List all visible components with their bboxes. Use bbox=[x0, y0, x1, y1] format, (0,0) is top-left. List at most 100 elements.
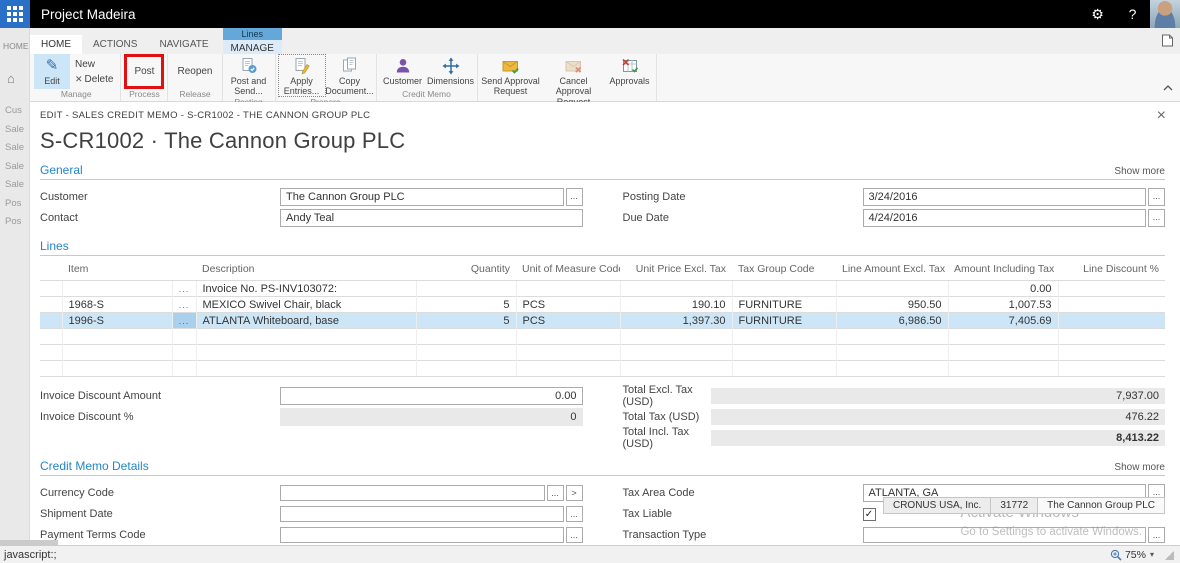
col-unit-price[interactable]: Unit Price Excl. Tax bbox=[620, 259, 732, 281]
contact-number-indicator[interactable]: 31772 bbox=[990, 497, 1039, 514]
row-assist-button[interactable]: ... bbox=[171, 312, 196, 329]
home-icon[interactable]: ⌂ bbox=[7, 71, 29, 86]
col-line-discount[interactable]: Line Discount % bbox=[1058, 259, 1165, 281]
row-assist-button[interactable]: ... bbox=[171, 296, 196, 313]
table-row-empty[interactable] bbox=[40, 360, 1165, 377]
delete-x-icon: ✕ bbox=[75, 73, 83, 84]
magnifier-icon bbox=[1110, 549, 1122, 561]
currency-code-drilldown-button[interactable]: > bbox=[565, 485, 583, 501]
settings-gear-icon[interactable]: ⚙ bbox=[1080, 0, 1115, 28]
notes-page-icon[interactable] bbox=[1161, 34, 1174, 52]
post-and-send-button[interactable]: Post and Send... bbox=[225, 54, 273, 97]
invoice-discount-amount-label: Invoice Discount Amount bbox=[40, 390, 162, 402]
col-tax-group[interactable]: Tax Group Code bbox=[732, 259, 836, 281]
post-button[interactable]: Post bbox=[127, 57, 161, 86]
collapse-ribbon-chevron-icon[interactable] bbox=[1162, 79, 1174, 97]
table-row-empty[interactable] bbox=[40, 328, 1165, 345]
due-date-label: Due Date bbox=[622, 212, 669, 224]
nav-pane-home-tab[interactable]: HOME bbox=[0, 28, 29, 51]
shipment-date-field[interactable] bbox=[280, 506, 564, 522]
customer-person-icon bbox=[394, 56, 412, 75]
currency-code-label: Currency Code bbox=[40, 487, 114, 499]
section-credit-memo-details[interactable]: Credit Memo Details bbox=[40, 459, 149, 473]
invoice-discount-amount-field[interactable]: 0.00 bbox=[280, 387, 583, 405]
tab-home[interactable]: HOME bbox=[30, 35, 82, 54]
table-row[interactable]: ... Invoice No. PS-INV103072: 0.00 bbox=[40, 280, 1165, 297]
new-button[interactable]: New bbox=[75, 57, 113, 72]
transaction-type-lookup-button[interactable]: ... bbox=[1148, 527, 1165, 543]
customer-name-indicator[interactable]: The Cannon Group PLC bbox=[1037, 497, 1165, 514]
close-icon[interactable]: × bbox=[1157, 108, 1166, 124]
edit-button[interactable]: ✎ Edit bbox=[34, 54, 70, 89]
due-date-field[interactable]: 4/24/2016 bbox=[862, 209, 1146, 227]
payment-terms-field[interactable] bbox=[280, 527, 564, 543]
due-date-picker-button[interactable]: ... bbox=[1148, 209, 1165, 227]
approvals-button[interactable]: Approvals bbox=[606, 54, 654, 107]
apply-entries-button[interactable]: Apply Entries... bbox=[277, 54, 326, 97]
sidebar-item-sales-3[interactable]: Sale bbox=[0, 158, 29, 177]
zoom-control[interactable]: 75% ▾ bbox=[1110, 549, 1164, 561]
cancel-approval-request-button[interactable]: Cancel Approval Request bbox=[542, 54, 606, 107]
top-bar: Project Madeira ⚙ ? bbox=[0, 0, 1180, 28]
dimensions-button[interactable]: Dimensions bbox=[427, 54, 475, 89]
reopen-button[interactable]: Reopen bbox=[170, 54, 219, 89]
col-line-amount[interactable]: Line Amount Excl. Tax bbox=[836, 259, 948, 281]
sidebar-item-customers[interactable]: Cus bbox=[0, 102, 29, 121]
row-assist-button[interactable]: ... bbox=[171, 280, 196, 297]
tax-liable-checkbox[interactable]: ✓ bbox=[862, 507, 876, 521]
col-item[interactable]: Item bbox=[62, 259, 172, 281]
table-row-empty[interactable] bbox=[40, 344, 1165, 361]
contextual-tab-lines-manage[interactable]: Lines MANAGE bbox=[222, 28, 282, 57]
customer-field[interactable]: The Cannon Group PLC bbox=[280, 188, 564, 206]
zoom-dropdown-icon[interactable]: ▾ bbox=[1150, 550, 1154, 559]
apply-entries-icon bbox=[293, 56, 311, 75]
app-launcher-icon[interactable] bbox=[0, 0, 30, 28]
table-row[interactable]: 1968-S ... MEXICO Swivel Chair, black 5P… bbox=[40, 296, 1165, 313]
tax-liable-label: Tax Liable bbox=[622, 508, 673, 520]
sidebar-item-posted-2[interactable]: Pos bbox=[0, 213, 29, 232]
customer-button[interactable]: Customer bbox=[379, 54, 427, 89]
ribbon-group-request-approval: Send Approval Request Cancel Approval Re… bbox=[478, 54, 657, 117]
posting-date-picker-button[interactable]: ... bbox=[1148, 188, 1165, 206]
col-description[interactable]: Description bbox=[196, 259, 416, 281]
customer-lookup-button[interactable]: ... bbox=[565, 188, 583, 206]
help-icon[interactable]: ? bbox=[1115, 0, 1150, 28]
table-row-selected[interactable]: 1996-S ... ATLANTA Whiteboard, base 5 PCS… bbox=[40, 312, 1165, 329]
delete-button[interactable]: ✕ Delete bbox=[75, 72, 113, 87]
tab-actions[interactable]: ACTIONS bbox=[82, 35, 148, 54]
ribbon-commands: ✎ Edit New ✕Delete Manage Post Process bbox=[30, 54, 1180, 117]
red-annotation-box: Post bbox=[124, 54, 165, 89]
browser-status-bar: javascript:; 75% ▾ bbox=[0, 540, 1180, 563]
posting-date-field[interactable]: 3/24/2016 bbox=[862, 188, 1146, 206]
tab-navigate[interactable]: NAVIGATE bbox=[148, 35, 219, 54]
shipment-date-label: Shipment Date bbox=[40, 508, 113, 520]
send-approval-request-button[interactable]: Send Approval Request bbox=[480, 54, 542, 107]
shipment-date-picker-button[interactable]: ... bbox=[565, 506, 583, 522]
resize-grip[interactable] bbox=[1164, 549, 1174, 560]
company-indicator[interactable]: CRONUS USA, Inc. bbox=[882, 497, 992, 514]
copy-document-button[interactable]: Copy Document... bbox=[325, 54, 374, 97]
waffle-grid-icon bbox=[7, 6, 23, 22]
post-and-send-icon bbox=[240, 56, 258, 75]
group-label-process: Process bbox=[129, 89, 160, 99]
sidebar-item-sales-4[interactable]: Sale bbox=[0, 176, 29, 195]
currency-code-field[interactable] bbox=[280, 485, 545, 501]
sidebar-item-sales-2[interactable]: Sale bbox=[0, 139, 29, 158]
payment-terms-lookup-button[interactable]: ... bbox=[565, 527, 583, 543]
sidebar-item-sales-1[interactable]: Sale bbox=[0, 121, 29, 140]
contact-field[interactable]: Andy Teal bbox=[280, 209, 583, 227]
section-general[interactable]: General bbox=[40, 163, 83, 177]
col-amount-incl-tax[interactable]: Amount Including Tax bbox=[948, 259, 1058, 281]
user-avatar[interactable] bbox=[1150, 0, 1180, 28]
general-show-more-link[interactable]: Show more bbox=[1114, 166, 1165, 177]
col-quantity[interactable]: Quantity bbox=[416, 259, 516, 281]
credit-memo-details-show-more-link[interactable]: Show more bbox=[1114, 462, 1165, 473]
total-excl-tax-label: Total Excl. Tax (USD) bbox=[622, 384, 693, 408]
col-uom[interactable]: Unit of Measure Code bbox=[516, 259, 620, 281]
zoom-level: 75% bbox=[1124, 548, 1146, 561]
currency-code-lookup-button[interactable]: ... bbox=[546, 485, 564, 501]
section-lines[interactable]: Lines bbox=[40, 239, 69, 253]
posting-date-label: Posting Date bbox=[622, 191, 686, 203]
sidebar-item-posted-1[interactable]: Pos bbox=[0, 195, 29, 214]
copy-document-icon bbox=[341, 56, 359, 75]
